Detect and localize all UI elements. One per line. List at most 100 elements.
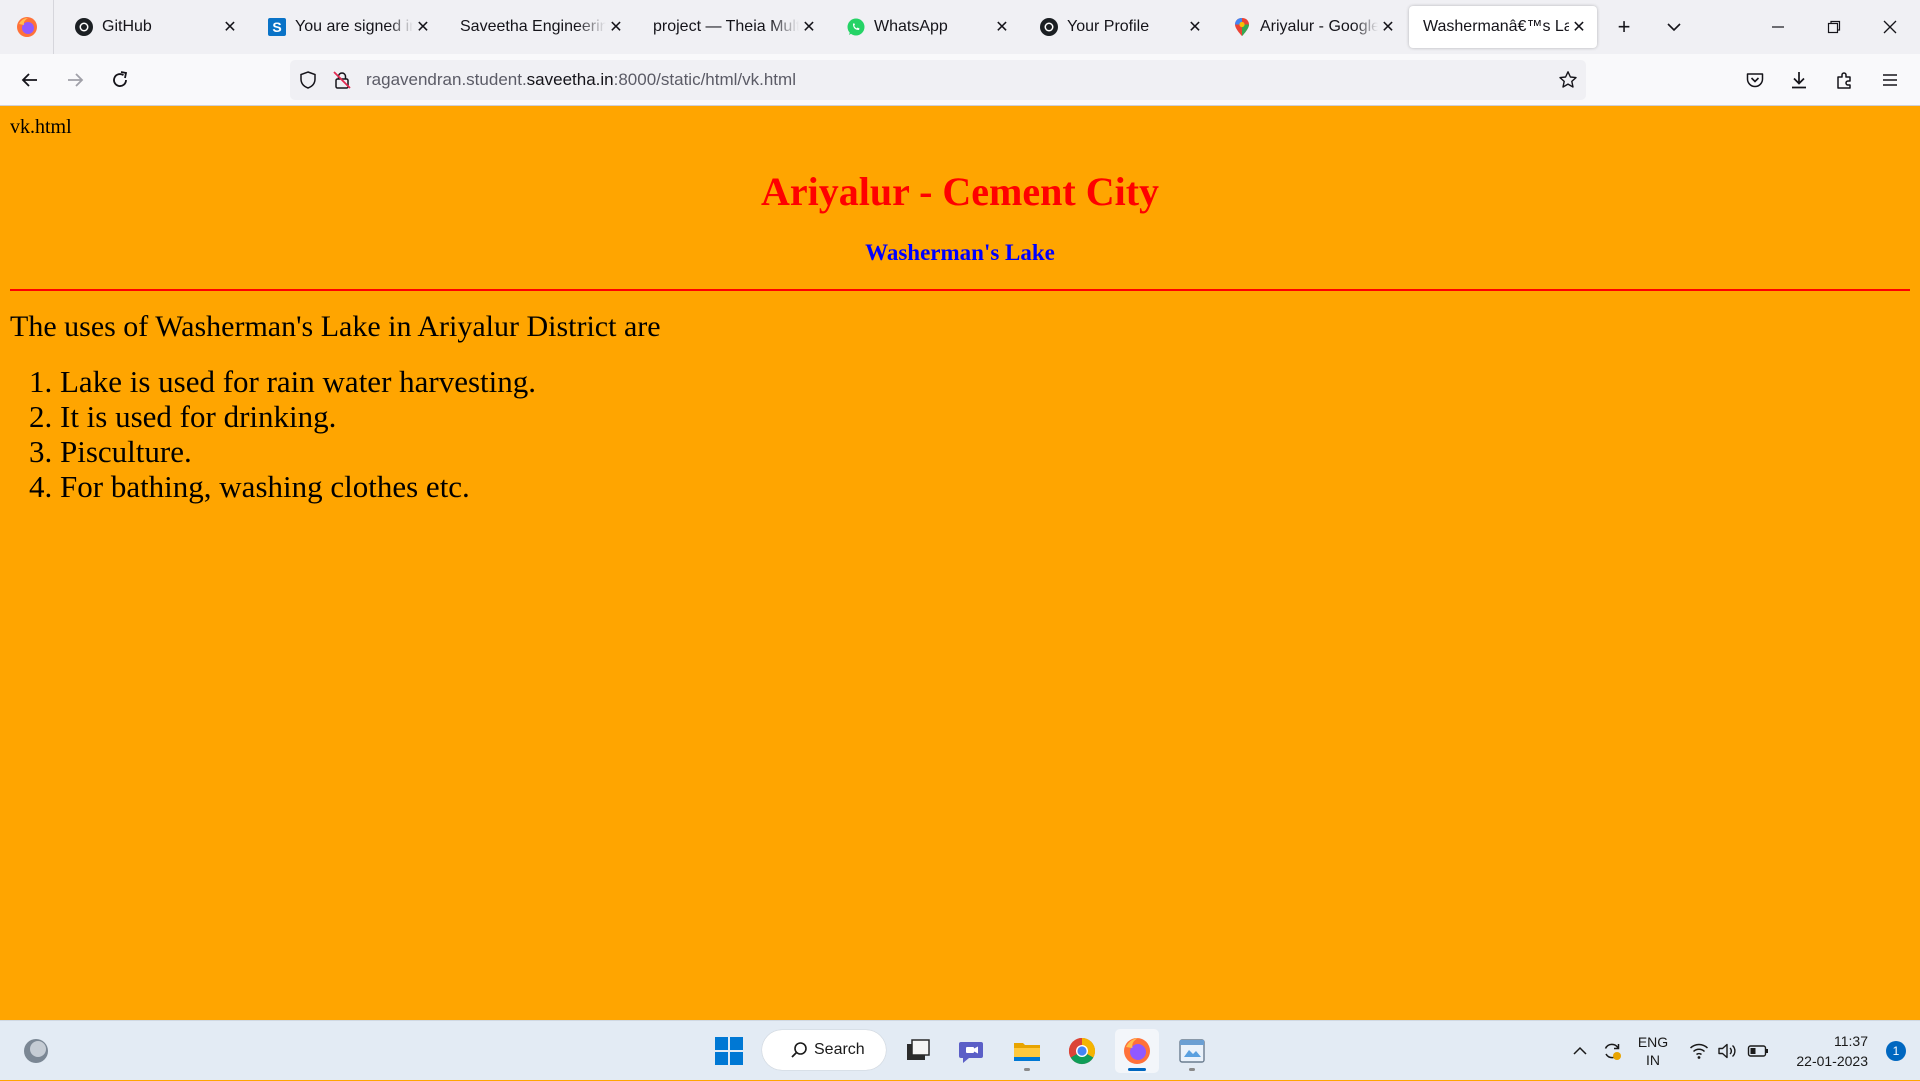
tab-saveetha[interactable]: Saveetha Engineering C ✕	[446, 6, 634, 48]
bookmark-star-icon[interactable]	[1558, 70, 1578, 95]
minimize-button[interactable]	[1750, 0, 1806, 54]
plus-icon: +	[1617, 14, 1631, 39]
arrow-right-icon	[68, 73, 84, 87]
tab-github[interactable]: GitHub ✕	[60, 6, 248, 48]
teams-chat-button[interactable]	[950, 1029, 994, 1073]
task-view-button[interactable]	[896, 1029, 940, 1073]
battery-button[interactable]	[1744, 1021, 1772, 1081]
start-button[interactable]	[707, 1029, 751, 1073]
app-menu-button[interactable]	[1872, 62, 1908, 98]
reload-icon	[113, 71, 128, 87]
navigation-toolbar: ragavendran.student.saveetha.in:8000/sta…	[0, 54, 1920, 106]
arrow-left-icon	[21, 73, 37, 87]
chrome-button[interactable]	[1060, 1029, 1104, 1073]
close-icon[interactable]: ✕	[220, 17, 240, 37]
tracking-protection-shield-icon[interactable]	[298, 70, 318, 95]
extensions-button[interactable]	[1827, 62, 1863, 98]
pocket-icon	[1746, 73, 1764, 88]
tab-signed-in[interactable]: S You are signed in as ✕	[253, 6, 441, 48]
taskbar: Search ENG IN 11:37 22-01-2023 1	[0, 1020, 1920, 1080]
firefox-icon	[16, 17, 37, 37]
close-icon[interactable]: ✕	[992, 17, 1012, 37]
tab-title: Washermanâ€™s Lake	[1423, 18, 1569, 35]
task-view-icon	[907, 1039, 930, 1060]
reload-button[interactable]	[102, 62, 138, 98]
battery-icon	[1747, 1045, 1768, 1057]
svg-text:S: S	[272, 19, 281, 35]
tab-google-maps[interactable]: Ariyalur - Google Maps ✕	[1218, 6, 1406, 48]
tab-title: Ariyalur - Google Maps	[1260, 18, 1378, 35]
close-icon[interactable]: ✕	[413, 17, 433, 37]
file-label: vk.html	[10, 116, 72, 138]
wifi-icon	[1689, 1043, 1709, 1059]
list-item: Lake is used for rain water harvesting.	[60, 364, 536, 399]
downloads-button[interactable]	[1781, 62, 1817, 98]
list-item: Pisculture.	[60, 434, 536, 469]
tab-title: Saveetha Engineering C	[460, 18, 606, 35]
url-text[interactable]: ragavendran.student.saveetha.in:8000/sta…	[366, 60, 796, 100]
uses-list: Lake is used for rain water harvesting. …	[0, 364, 536, 504]
file-explorer-button[interactable]	[1005, 1029, 1049, 1073]
tab-title: GitHub	[102, 18, 152, 35]
app-window-icon	[1179, 1039, 1205, 1063]
puzzle-icon	[1837, 72, 1851, 89]
close-icon	[1883, 20, 1897, 34]
chevron-up-icon	[1573, 1046, 1587, 1055]
minimize-icon	[1772, 26, 1784, 28]
firefox-taskbar-button[interactable]	[1115, 1029, 1159, 1073]
insecure-connection-icon[interactable]	[332, 70, 352, 95]
language-code: ENG	[1637, 1034, 1669, 1050]
github-icon	[74, 17, 94, 37]
close-icon[interactable]: ✕	[1378, 17, 1398, 37]
firefox-icon	[1124, 1038, 1150, 1064]
forward-button[interactable]	[57, 62, 93, 98]
page-content: vk.html Ariyalur - Cement City Washerman…	[0, 106, 1920, 1020]
url-prefix: ragavendran.student.	[366, 70, 527, 89]
volume-button[interactable]	[1714, 1021, 1740, 1081]
horizontal-rule	[10, 289, 1910, 291]
url-bar[interactable]: ragavendran.student.saveetha.in:8000/sta…	[290, 60, 1586, 100]
tab-washermans-lake[interactable]: Washermanâ€™s Lake ✕	[1409, 6, 1597, 48]
taskbar-search[interactable]: Search	[762, 1030, 886, 1070]
show-hidden-icons-button[interactable]	[1568, 1021, 1592, 1081]
close-window-button[interactable]	[1862, 0, 1918, 54]
tab-title: WhatsApp	[874, 18, 948, 35]
tab-your-profile[interactable]: Your Profile ✕	[1025, 6, 1213, 48]
tab-title: project — Theia Multi	[653, 18, 799, 35]
close-icon[interactable]: ✕	[1185, 17, 1205, 37]
running-indicator	[1189, 1068, 1195, 1071]
widgets-button[interactable]	[14, 1029, 58, 1073]
speaker-icon	[1718, 1043, 1736, 1059]
page-subheading: Washerman's Lake	[865, 240, 1055, 265]
pocket-button[interactable]	[1737, 62, 1773, 98]
firefox-view-button[interactable]	[0, 0, 54, 54]
chrome-icon	[1068, 1037, 1096, 1065]
restore-button[interactable]	[1806, 0, 1862, 54]
intro-text: The uses of Washerman's Lake in Ariyalur…	[10, 310, 661, 343]
input-language-button[interactable]: ENG IN	[1632, 1021, 1674, 1081]
wifi-button[interactable]	[1686, 1021, 1712, 1081]
running-indicator	[1024, 1068, 1030, 1071]
close-icon[interactable]: ✕	[799, 17, 819, 37]
url-path: :8000/static/html/vk.html	[613, 70, 796, 89]
hamburger-menu-icon	[1883, 74, 1897, 86]
back-button[interactable]	[12, 62, 48, 98]
search-icon	[791, 1042, 807, 1058]
tab-whatsapp[interactable]: WhatsApp ✕	[832, 6, 1020, 48]
tab-theia-project[interactable]: project — Theia Multi ✕	[639, 6, 827, 48]
page-heading: Ariyalur - Cement City	[760, 169, 1160, 214]
sync-icon	[1604, 1043, 1621, 1060]
clock[interactable]: 11:37 22-01-2023	[1796, 1031, 1868, 1071]
list-all-tabs-button[interactable]	[1657, 10, 1691, 44]
weather-widget-icon	[24, 1039, 48, 1063]
list-item: For bathing, washing clothes etc.	[60, 469, 536, 504]
app-window-button[interactable]	[1170, 1029, 1214, 1073]
notification-badge[interactable]: 1	[1886, 1041, 1906, 1061]
region-code: IN	[1646, 1052, 1660, 1068]
windows-logo-icon	[715, 1037, 743, 1065]
close-icon[interactable]: ✕	[606, 17, 626, 37]
chevron-down-icon	[1667, 23, 1681, 32]
new-tab-button[interactable]: +	[1607, 10, 1641, 44]
sync-status-button[interactable]	[1598, 1021, 1626, 1081]
close-icon[interactable]: ✕	[1569, 17, 1589, 37]
